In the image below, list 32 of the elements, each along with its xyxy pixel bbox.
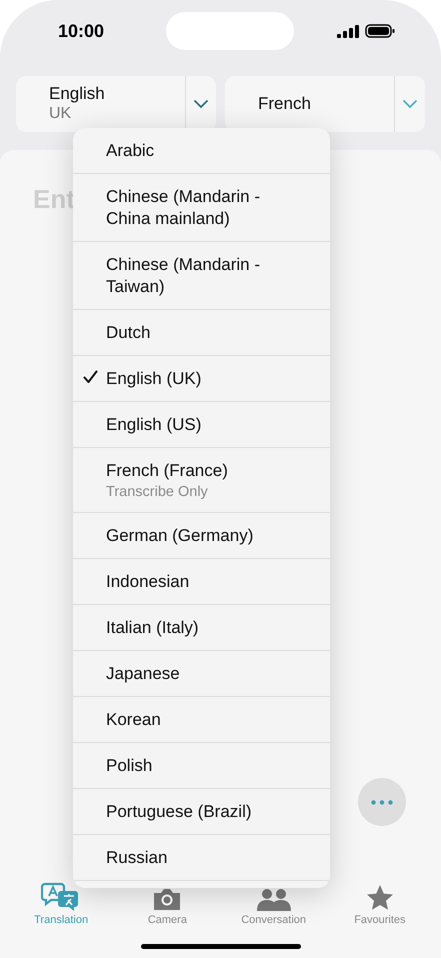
menu-item[interactable]: Indonesian (73, 559, 330, 605)
menu-item[interactable]: Italian (Italy) (73, 605, 330, 651)
more-button[interactable] (358, 778, 406, 826)
chevron-down-icon[interactable] (402, 99, 418, 109)
language-region: UK (49, 104, 72, 124)
status-time: 10:00 (58, 20, 106, 42)
menu-item[interactable]: Arabic (73, 128, 330, 174)
item-label: French (France) (106, 460, 228, 482)
menu-item[interactable]: Korean (73, 697, 330, 743)
language-name: French (258, 94, 312, 114)
menu-item[interactable]: Dutch (73, 310, 330, 356)
signal-icon (337, 24, 359, 38)
language-name: English (49, 84, 106, 104)
item-subtitle: Transcribe Only (106, 483, 209, 502)
more-icon (371, 800, 393, 804)
star-icon (366, 884, 394, 912)
item-label: English (UK) (106, 368, 202, 390)
chevron-down-icon[interactable] (193, 99, 209, 109)
menu-item[interactable]: French (France) Transcribe Only (73, 448, 330, 513)
menu-item[interactable]: English (US) (73, 402, 330, 448)
language-selector[interactable]: French (225, 76, 425, 132)
menu-item[interactable]: Japanese (73, 651, 330, 697)
menu-item[interactable]: Portuguese (Brazil) (73, 789, 330, 835)
menu-item[interactable]: Russian (73, 835, 330, 881)
language-selector[interactable]: English UK (16, 76, 216, 132)
people-icon (256, 886, 292, 912)
battery-icon (365, 24, 395, 38)
menu-item[interactable]: Chinese (Mandarin - Taiwan) (73, 242, 330, 310)
menu-item[interactable]: English (UK) (73, 356, 330, 402)
menu-item[interactable]: Polish (73, 743, 330, 789)
menu-item[interactable]: German (Germany) (73, 513, 330, 559)
menu-item[interactable]: Chinese (Mandarin - China mainland) (73, 174, 330, 242)
